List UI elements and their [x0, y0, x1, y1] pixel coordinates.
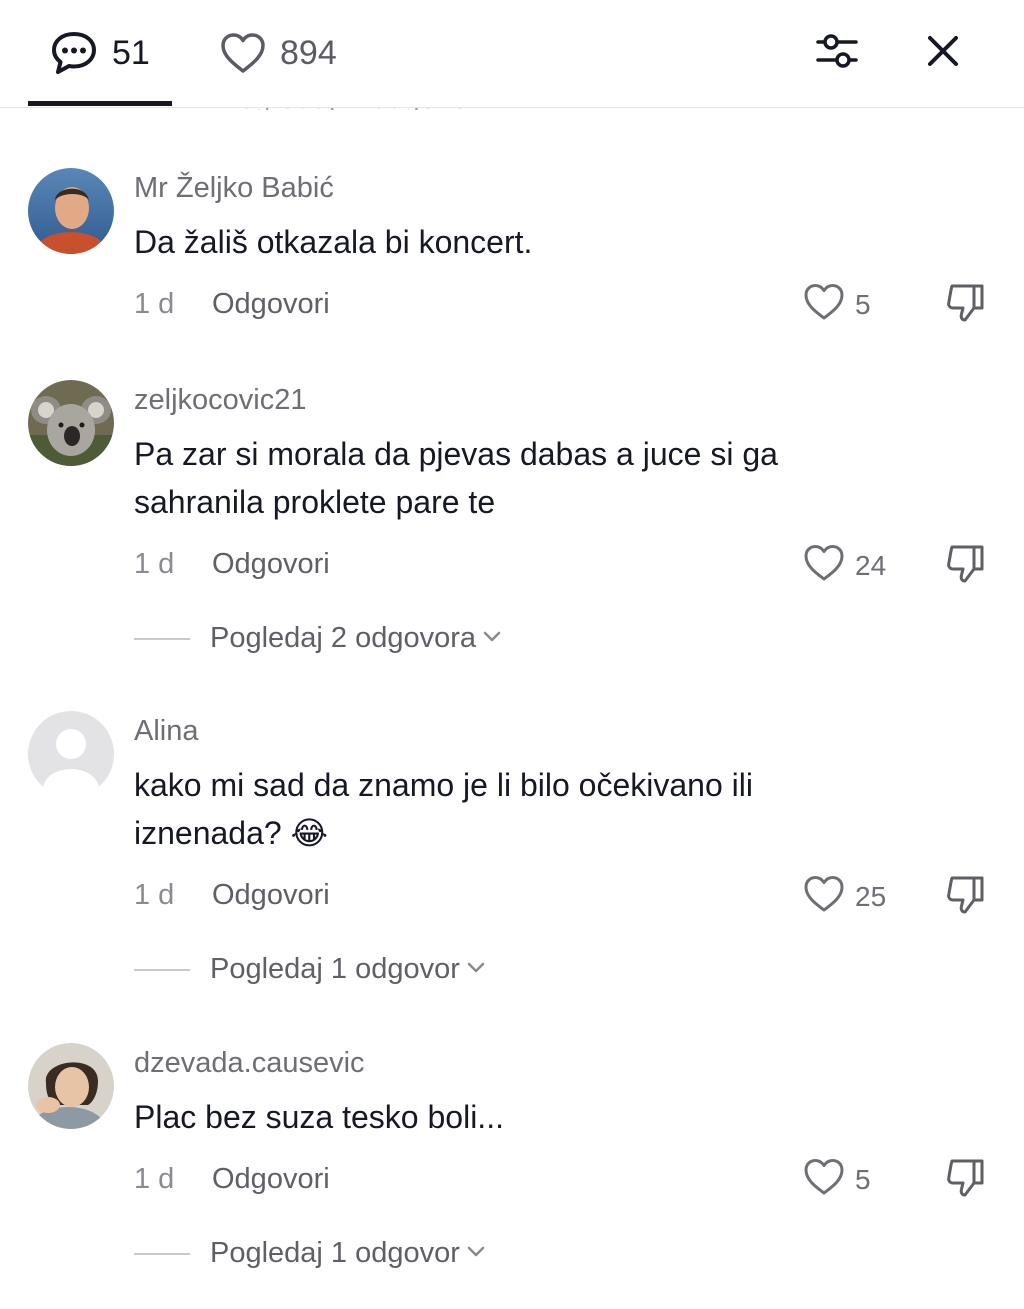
- comments-count: 51: [112, 33, 150, 72]
- chevron-down-icon: [466, 960, 486, 979]
- thumbs-down-icon: [944, 876, 988, 920]
- like-button[interactable]: 24: [803, 543, 886, 588]
- avatar[interactable]: [28, 711, 114, 797]
- active-tab-indicator: [28, 101, 172, 106]
- like-button[interactable]: 5: [803, 282, 871, 327]
- username[interactable]: dzevada.causevic: [134, 1047, 365, 1080]
- username[interactable]: Alina: [134, 715, 199, 748]
- dislike-button[interactable]: [944, 282, 988, 329]
- chevron-down-icon: [482, 629, 502, 648]
- likes-count: 894: [280, 33, 337, 72]
- reply-button[interactable]: Odgovori: [212, 548, 330, 581]
- divider: [134, 637, 190, 640]
- chevron-down-icon: [466, 1244, 486, 1263]
- reply-button[interactable]: Odgovori: [212, 879, 330, 912]
- heart-outline-icon: [803, 282, 845, 327]
- close-button[interactable]: [918, 28, 968, 78]
- heart-outline-icon: [803, 543, 845, 588]
- thumbs-down-icon: [944, 284, 988, 328]
- avatar[interactable]: [28, 380, 114, 466]
- comment-time: 1 d: [134, 879, 175, 911]
- comment-text: kako mi sad da znamo je li bilo očekivan…: [134, 767, 753, 851]
- divider: [134, 968, 190, 971]
- close-icon: [925, 33, 961, 74]
- divider: [134, 1252, 190, 1255]
- tab-comments[interactable]: 51: [50, 28, 150, 78]
- dislike-button[interactable]: [944, 874, 988, 921]
- avatar[interactable]: [28, 168, 114, 254]
- avatar[interactable]: [28, 1043, 114, 1129]
- reply-button[interactable]: Odgovori: [212, 288, 330, 321]
- username[interactable]: Mr Željko Babić: [134, 172, 334, 205]
- username[interactable]: zeljkocovic21: [134, 384, 306, 417]
- comment-bubble-icon: [50, 30, 98, 76]
- like-count: 5: [855, 1163, 871, 1195]
- comment-time: 1 d: [134, 288, 175, 320]
- view-replies-button[interactable]: Pogledaj 2 odgovora: [134, 622, 502, 655]
- comment-time: 1 d: [134, 548, 175, 580]
- heart-outline-icon: [803, 1157, 845, 1202]
- comment-text: Da žališ otkazala bi koncert.: [134, 224, 533, 260]
- view-replies-button[interactable]: Pogledaj 1 odgovor: [134, 1237, 486, 1270]
- tab-likes[interactable]: 894: [220, 28, 337, 78]
- view-replies-label: Pogledaj 1 odgovor: [210, 1237, 460, 1269]
- like-button[interactable]: 25: [803, 874, 886, 919]
- reply-button[interactable]: Odgovori: [212, 1163, 330, 1196]
- like-count: 5: [855, 288, 871, 320]
- comment-time: 1 d: [134, 1163, 175, 1195]
- like-count: 25: [855, 880, 887, 912]
- heart-outline-icon: [803, 874, 845, 919]
- dislike-button[interactable]: [944, 1157, 988, 1204]
- like-count: 24: [855, 549, 887, 581]
- like-button[interactable]: 5: [803, 1157, 871, 1202]
- filter-button[interactable]: [812, 28, 862, 78]
- comment-text: Plac bez suza tesko boli...: [134, 1099, 504, 1135]
- view-replies-label: Pogledaj 2 odgovora: [210, 622, 477, 654]
- thumbs-down-icon: [944, 1159, 988, 1203]
- heart-outline-icon: [220, 32, 266, 74]
- view-replies-label: Pogledaj 1 odgovor: [210, 953, 460, 985]
- dislike-button[interactable]: [944, 543, 988, 590]
- comment-text: Pa zar si morala da pjevas dabas a juce …: [134, 436, 778, 520]
- view-replies-button[interactable]: Pogledaj 1 odgovor: [134, 953, 486, 986]
- thumbs-down-icon: [944, 545, 988, 589]
- sliders-icon: [813, 29, 861, 78]
- comments-header: 51 894: [0, 0, 1024, 108]
